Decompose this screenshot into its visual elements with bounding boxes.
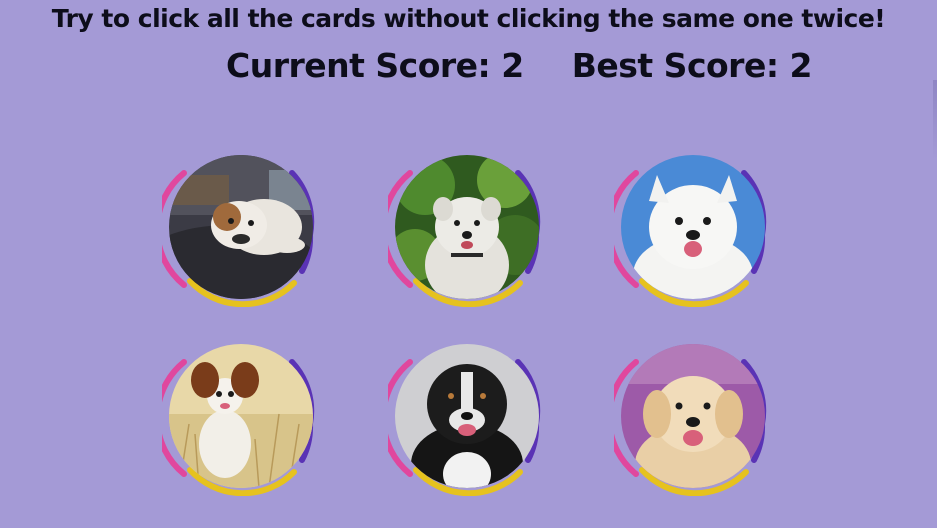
bulldog-photo: [169, 155, 313, 299]
current-score-value: 2: [501, 46, 524, 85]
instructions-text: Try to click all the cards without click…: [51, 4, 886, 33]
scrollbar[interactable]: [933, 80, 937, 160]
dog-card-golden[interactable]: [614, 344, 774, 496]
border-collie-photo: [395, 344, 539, 488]
dog-card-samoyed[interactable]: [614, 155, 774, 307]
dog-card-collie[interactable]: [388, 344, 548, 496]
samoyed-photo: [621, 155, 765, 299]
best-score-value: 2: [789, 46, 813, 85]
white-terrier-photo: [395, 155, 539, 299]
current-score-label: Current Score:: [226, 46, 491, 85]
best-score-label: Best Score:: [571, 46, 779, 85]
scoreboard: Current Score: 2 Best Score: 2: [226, 46, 813, 85]
dog-card-terrier[interactable]: [388, 155, 548, 307]
papillon-photo: [169, 344, 313, 488]
game-page: Try to click all the cards without click…: [0, 0, 937, 528]
dog-card-papillon[interactable]: [162, 344, 322, 496]
golden-retriever-photo: [621, 344, 765, 488]
dog-card-bulldog[interactable]: [162, 155, 322, 307]
